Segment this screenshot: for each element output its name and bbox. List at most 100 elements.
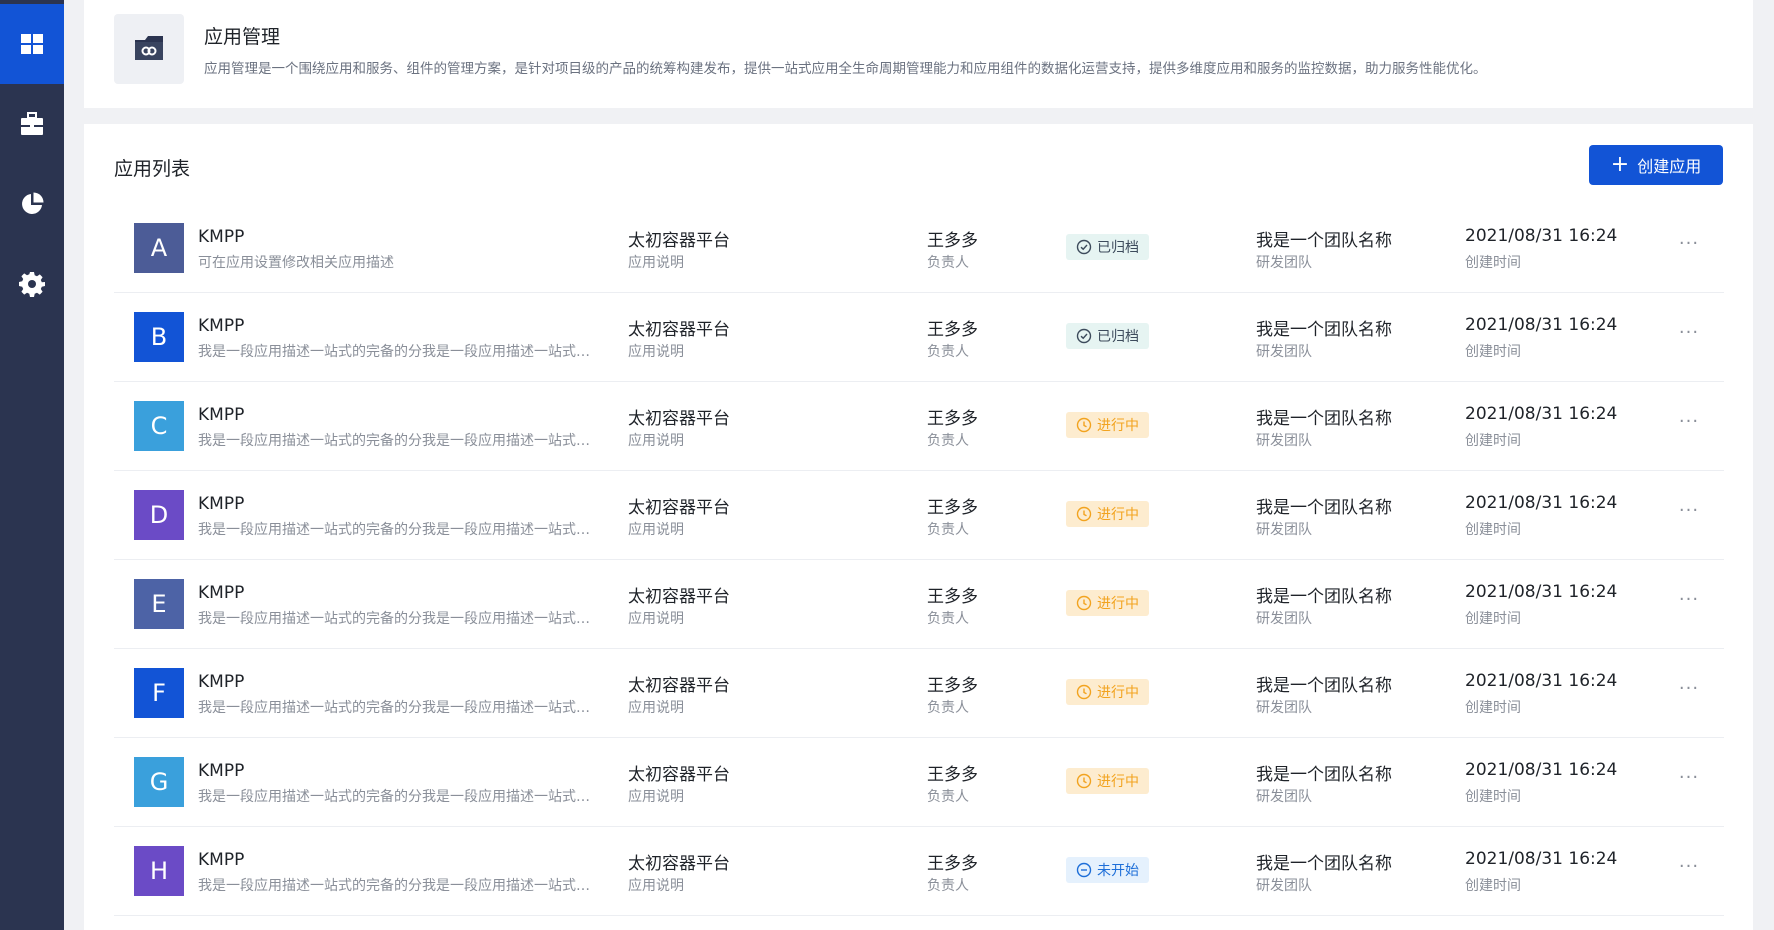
app-team: 我是一个团队名称	[1256, 498, 1392, 518]
app-platform: 太初容器平台	[628, 320, 730, 340]
app-platform-label: 应用说明	[628, 700, 684, 716]
app-row[interactable]: A KMPP 可在应用设置修改相关应用描述 太初容器平台 应用说明 王多多 负责人 已归档 我是…	[114, 204, 1724, 293]
check-circle-icon	[1076, 328, 1092, 344]
app-row[interactable]: G KMPP 我是一段应用描述一站式的完备的分我是一段应用描述一站式的完备的分 太初容…	[114, 738, 1724, 827]
sidebar-item-dashboard[interactable]	[0, 4, 64, 84]
app-owner: 王多多	[927, 676, 978, 696]
app-created-time-label: 创建时间	[1465, 255, 1521, 271]
app-avatar: D	[134, 490, 184, 540]
status-badge: 进行中	[1066, 768, 1149, 794]
status-badge: 进行中	[1066, 412, 1149, 438]
app-team: 我是一个团队名称	[1256, 231, 1392, 251]
app-owner: 王多多	[927, 587, 978, 607]
app-box-icon	[114, 14, 184, 84]
sidebar-item-settings[interactable]	[0, 244, 64, 324]
app-name[interactable]: KMPP	[198, 761, 244, 781]
app-team-label: 研发团队	[1256, 344, 1312, 360]
app-platform: 太初容器平台	[628, 498, 730, 518]
app-owner-label: 负责人	[927, 255, 969, 271]
page-description: 应用管理是一个围绕应用和服务、组件的管理方案，是针对项目级的产品的统筹构建发布，…	[204, 61, 1487, 77]
status-badge: 未开始	[1066, 857, 1149, 883]
pie-chart-icon	[22, 192, 44, 214]
app-created-time: 2021/08/31 16:24	[1465, 493, 1618, 513]
app-platform-label: 应用说明	[628, 255, 684, 271]
more-actions-button[interactable]: ···	[1674, 234, 1704, 260]
app-team: 我是一个团队名称	[1256, 676, 1392, 696]
app-created-time: 2021/08/31 16:24	[1465, 404, 1618, 424]
status-label: 未开始	[1097, 863, 1139, 879]
app-team-label: 研发团队	[1256, 522, 1312, 538]
app-platform: 太初容器平台	[628, 676, 730, 696]
app-created-time: 2021/08/31 16:24	[1465, 226, 1618, 246]
status-label: 进行中	[1097, 418, 1139, 434]
more-actions-button[interactable]: ···	[1674, 768, 1704, 794]
more-actions-button[interactable]: ···	[1674, 590, 1704, 616]
app-avatar: G	[134, 757, 184, 807]
app-team: 我是一个团队名称	[1256, 409, 1392, 429]
app-row[interactable]: F KMPP 我是一段应用描述一站式的完备的分我是一段应用描述一站式的完备的分 太初容…	[114, 649, 1724, 738]
more-actions-button[interactable]: ···	[1674, 501, 1704, 527]
app-platform: 太初容器平台	[628, 765, 730, 785]
app-name[interactable]: KMPP	[198, 316, 244, 336]
app-avatar: C	[134, 401, 184, 451]
app-name[interactable]: KMPP	[198, 850, 244, 870]
app-row[interactable]: B KMPP 我是一段应用描述一站式的完备的分我是一段应用描述一站式的完备的分 太初容…	[114, 293, 1724, 382]
gear-icon	[19, 272, 45, 297]
minus-circle-icon	[1076, 862, 1092, 878]
app-team-label: 研发团队	[1256, 789, 1312, 805]
app-owner-label: 负责人	[927, 344, 969, 360]
app-created-time-label: 创建时间	[1465, 433, 1521, 449]
sidebar-item-statistics[interactable]	[0, 164, 64, 244]
sidebar-item-toolbox[interactable]	[0, 84, 64, 164]
app-platform-label: 应用说明	[628, 344, 684, 360]
more-actions-button[interactable]: ···	[1674, 323, 1704, 349]
check-circle-icon	[1076, 239, 1092, 255]
app-name[interactable]: KMPP	[198, 227, 244, 247]
app-description: 我是一段应用描述一站式的完备的分我是一段应用描述一站式的完备的分	[198, 789, 593, 805]
app-description: 我是一段应用描述一站式的完备的分我是一段应用描述一站式的完备的分	[198, 700, 593, 716]
app-created-time-label: 创建时间	[1465, 700, 1521, 716]
app-created-time: 2021/08/31 16:24	[1465, 760, 1618, 780]
app-created-time-label: 创建时间	[1465, 344, 1521, 360]
app-team-label: 研发团队	[1256, 255, 1312, 271]
status-badge: 已归档	[1066, 323, 1149, 349]
header-card: 应用管理 应用管理是一个围绕应用和服务、组件的管理方案，是针对项目级的产品的统筹…	[84, 0, 1753, 108]
status-label: 进行中	[1097, 507, 1139, 523]
more-actions-button[interactable]: ···	[1674, 857, 1704, 883]
app-description: 我是一段应用描述一站式的完备的分我是一段应用描述一站式的完备的分	[198, 433, 593, 449]
app-avatar: H	[134, 846, 184, 896]
dashboard-icon	[21, 34, 43, 54]
app-description: 可在应用设置修改相关应用描述	[198, 255, 394, 271]
clock-icon	[1076, 506, 1092, 522]
app-owner: 王多多	[927, 854, 978, 874]
app-owner-label: 负责人	[927, 433, 969, 449]
app-platform-label: 应用说明	[628, 789, 684, 805]
list-title: 应用列表	[114, 158, 191, 180]
app-team: 我是一个团队名称	[1256, 320, 1392, 340]
app-row[interactable]: H KMPP 我是一段应用描述一站式的完备的分我是一段应用描述一站式的完备的分 太初容…	[114, 827, 1724, 916]
app-team-label: 研发团队	[1256, 878, 1312, 894]
app-platform-label: 应用说明	[628, 611, 684, 627]
app-owner-label: 负责人	[927, 611, 969, 627]
app-list: A KMPP 可在应用设置修改相关应用描述 太初容器平台 应用说明 王多多 负责人 已归档 我是…	[114, 204, 1724, 916]
app-owner: 王多多	[927, 320, 978, 340]
app-description: 我是一段应用描述一站式的完备的分我是一段应用描述一站式的完备的分	[198, 522, 593, 538]
app-avatar: A	[134, 223, 184, 273]
app-row[interactable]: E KMPP 我是一段应用描述一站式的完备的分我是一段应用描述一站式的完备的分 太初容…	[114, 560, 1724, 649]
clock-icon	[1076, 595, 1092, 611]
more-actions-button[interactable]: ···	[1674, 412, 1704, 438]
status-label: 进行中	[1097, 685, 1139, 701]
app-created-time: 2021/08/31 16:24	[1465, 315, 1618, 335]
create-app-button[interactable]: + 创建应用	[1589, 145, 1723, 185]
app-name[interactable]: KMPP	[198, 672, 244, 692]
app-name[interactable]: KMPP	[198, 494, 244, 514]
app-team: 我是一个团队名称	[1256, 587, 1392, 607]
app-name[interactable]: KMPP	[198, 583, 244, 603]
status-label: 进行中	[1097, 596, 1139, 612]
app-owner: 王多多	[927, 231, 978, 251]
app-row[interactable]: D KMPP 我是一段应用描述一站式的完备的分我是一段应用描述一站式的完备的分 太初容…	[114, 471, 1724, 560]
app-name[interactable]: KMPP	[198, 405, 244, 425]
app-row[interactable]: C KMPP 我是一段应用描述一站式的完备的分我是一段应用描述一站式的完备的分 太初容…	[114, 382, 1724, 471]
plus-icon: +	[1610, 152, 1630, 177]
more-actions-button[interactable]: ···	[1674, 679, 1704, 705]
